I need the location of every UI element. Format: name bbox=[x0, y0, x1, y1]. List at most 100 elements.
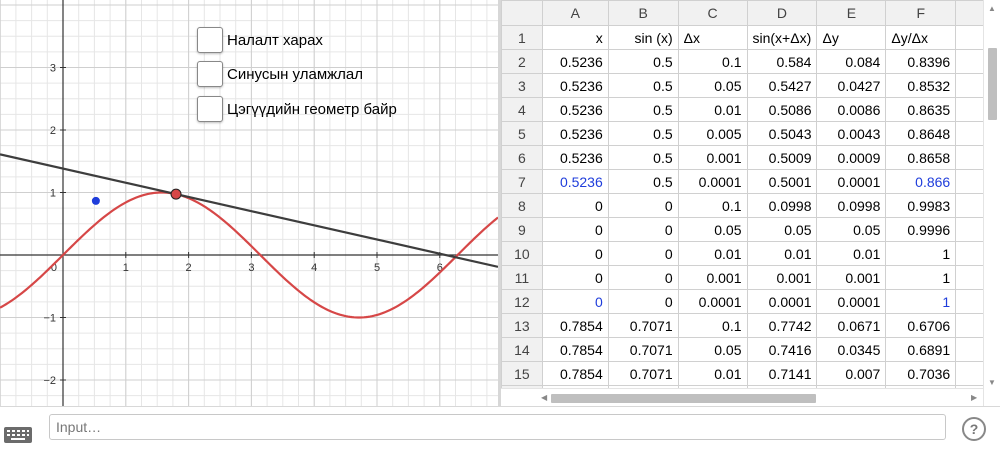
table-cell[interactable]: 0.0345 bbox=[816, 337, 887, 362]
table-cell[interactable]: 0.8396 bbox=[885, 49, 957, 74]
table-cell[interactable]: 0.01 bbox=[677, 241, 748, 266]
table-cell[interactable]: 0.7854 bbox=[541, 313, 609, 338]
row-header[interactable]: 9 bbox=[501, 217, 543, 242]
checkbox-sine-derivative[interactable]: Синусын уламжлал bbox=[197, 61, 363, 87]
column-header[interactable]: C bbox=[677, 0, 748, 26]
row-header[interactable]: 10 bbox=[501, 241, 543, 266]
table-cell[interactable]: 0.5236 bbox=[541, 121, 609, 146]
table-cell[interactable]: 0.7071 bbox=[607, 361, 679, 386]
scroll-down-icon[interactable]: ▼ bbox=[988, 378, 996, 387]
table-cell[interactable]: sin (x) bbox=[607, 25, 679, 50]
table-cell[interactable]: 0.5236 bbox=[541, 49, 609, 74]
row-header[interactable]: 15 bbox=[501, 361, 543, 386]
table-cell[interactable]: 0.9983 bbox=[885, 193, 957, 218]
row-header[interactable]: 2 bbox=[501, 49, 543, 74]
column-header[interactable]: D bbox=[746, 0, 818, 26]
keyboard-icon[interactable] bbox=[4, 425, 32, 445]
row-header[interactable]: 13 bbox=[501, 313, 543, 338]
table-cell[interactable]: 0.0001 bbox=[677, 289, 748, 314]
checkbox-points-locus[interactable]: Цэгүүдийн геометр байр bbox=[197, 96, 397, 122]
table-cell[interactable]: 1 bbox=[885, 289, 957, 314]
table-cell[interactable]: 0.05 bbox=[677, 73, 748, 98]
table-cell[interactable]: 0.5 bbox=[607, 49, 679, 74]
table-cell[interactable]: 0.001 bbox=[677, 145, 748, 170]
table-cell[interactable]: 0.0001 bbox=[677, 169, 748, 194]
scroll-left-icon[interactable]: ◀ bbox=[541, 393, 547, 402]
checkbox-box[interactable] bbox=[197, 96, 223, 122]
table-cell[interactable]: 0.5009 bbox=[746, 145, 818, 170]
row-header[interactable]: 1 bbox=[501, 25, 543, 50]
table-cell[interactable]: 0.5427 bbox=[746, 73, 818, 98]
tangent-point[interactable] bbox=[170, 188, 182, 200]
table-cell[interactable]: 0.05 bbox=[677, 337, 748, 362]
row-header[interactable]: 7 bbox=[501, 169, 543, 194]
scroll-up-icon[interactable]: ▲ bbox=[988, 4, 996, 13]
table-cell[interactable]: 0.0427 bbox=[816, 73, 887, 98]
table-cell[interactable]: 0 bbox=[541, 265, 609, 290]
table-cell[interactable]: 0.7071 bbox=[607, 313, 679, 338]
table-cell[interactable]: 0.0001 bbox=[746, 289, 818, 314]
table-cell[interactable]: 0.5 bbox=[607, 73, 679, 98]
table-cell[interactable]: 0.0671 bbox=[816, 313, 887, 338]
table-cell[interactable]: 0.5086 bbox=[746, 97, 818, 122]
vertical-scrollbar[interactable]: ▲ ▼ bbox=[983, 0, 1000, 406]
table-cell[interactable]: 0.5 bbox=[607, 145, 679, 170]
table-cell[interactable]: 0.5236 bbox=[541, 145, 609, 170]
row-header[interactable]: 14 bbox=[501, 337, 543, 362]
table-cell[interactable]: 0.05 bbox=[677, 217, 748, 242]
table-cell[interactable]: 0.0001 bbox=[816, 169, 887, 194]
table-cell[interactable]: 1 bbox=[885, 241, 957, 266]
table-cell[interactable]: 0.0998 bbox=[816, 193, 887, 218]
table-cell[interactable]: 0.7854 bbox=[541, 361, 609, 386]
table-cell[interactable]: 0.7036 bbox=[885, 361, 957, 386]
table-cell[interactable]: 0.5001 bbox=[746, 169, 818, 194]
table-cell[interactable]: 0.0009 bbox=[816, 145, 887, 170]
row-header[interactable]: 6 bbox=[501, 145, 543, 170]
column-header[interactable]: B bbox=[607, 0, 679, 26]
table-cell[interactable]: 0.5 bbox=[607, 97, 679, 122]
row-header[interactable]: 4 bbox=[501, 97, 543, 122]
table-cell[interactable]: 0.05 bbox=[746, 217, 818, 242]
table-cell[interactable]: sin(x+Δx) bbox=[746, 25, 818, 50]
table-cell[interactable]: x bbox=[541, 25, 609, 50]
table-cell[interactable]: 0.584 bbox=[746, 49, 818, 74]
table-cell[interactable]: 0.7141 bbox=[746, 361, 818, 386]
table-cell[interactable]: 1 bbox=[885, 265, 957, 290]
table-cell[interactable]: 0.001 bbox=[816, 265, 887, 290]
table-cell[interactable]: 0 bbox=[607, 265, 679, 290]
table-cell[interactable]: 0 bbox=[607, 241, 679, 266]
table-cell[interactable]: Δx bbox=[677, 25, 748, 50]
table-cell[interactable]: 0.005 bbox=[677, 121, 748, 146]
table-cell[interactable]: 0.007 bbox=[816, 361, 887, 386]
checkbox-box[interactable] bbox=[197, 27, 223, 53]
table-cell[interactable]: 0.0043 bbox=[816, 121, 887, 146]
table-cell[interactable]: 0.5236 bbox=[541, 169, 609, 194]
table-cell[interactable]: 0 bbox=[607, 217, 679, 242]
table-cell[interactable]: 0.866 bbox=[885, 169, 957, 194]
table-cell[interactable]: 0.6891 bbox=[885, 337, 957, 362]
table-cell[interactable]: 0.5236 bbox=[541, 73, 609, 98]
checkbox-show-tangent[interactable]: Налалт харах bbox=[197, 27, 323, 53]
horizontal-scrollbar[interactable]: ◀ ▶ bbox=[501, 388, 985, 407]
table-cell[interactable]: 0 bbox=[541, 241, 609, 266]
table-cell[interactable]: 0 bbox=[541, 289, 609, 314]
row-header[interactable]: 12 bbox=[501, 289, 543, 314]
table-cell[interactable]: 0.7416 bbox=[746, 337, 818, 362]
column-header[interactable]: A bbox=[541, 0, 609, 26]
table-cell[interactable]: 0.01 bbox=[746, 241, 818, 266]
table-cell[interactable]: 0 bbox=[541, 193, 609, 218]
table-cell[interactable]: 0.084 bbox=[816, 49, 887, 74]
table-cell[interactable]: 0.7742 bbox=[746, 313, 818, 338]
table-cell[interactable]: Δy bbox=[816, 25, 887, 50]
table-cell[interactable]: 0.6706 bbox=[885, 313, 957, 338]
table-cell[interactable]: Δy/Δx bbox=[885, 25, 957, 50]
table-cell[interactable]: 0.001 bbox=[746, 265, 818, 290]
row-header[interactable]: 8 bbox=[501, 193, 543, 218]
table-cell[interactable]: 0.1 bbox=[677, 49, 748, 74]
spreadsheet-view[interactable]: A B C D E F 1 x sin (x) Δx sin(x+Δx) Δy Δy/Δx 2 0.5236… bbox=[501, 0, 1000, 406]
table-cell[interactable]: 0.8658 bbox=[885, 145, 957, 170]
table-cell[interactable]: 0.5 bbox=[607, 121, 679, 146]
table-cell[interactable]: 0.0001 bbox=[816, 289, 887, 314]
row-header[interactable]: 5 bbox=[501, 121, 543, 146]
row-header[interactable]: 11 bbox=[501, 265, 543, 290]
